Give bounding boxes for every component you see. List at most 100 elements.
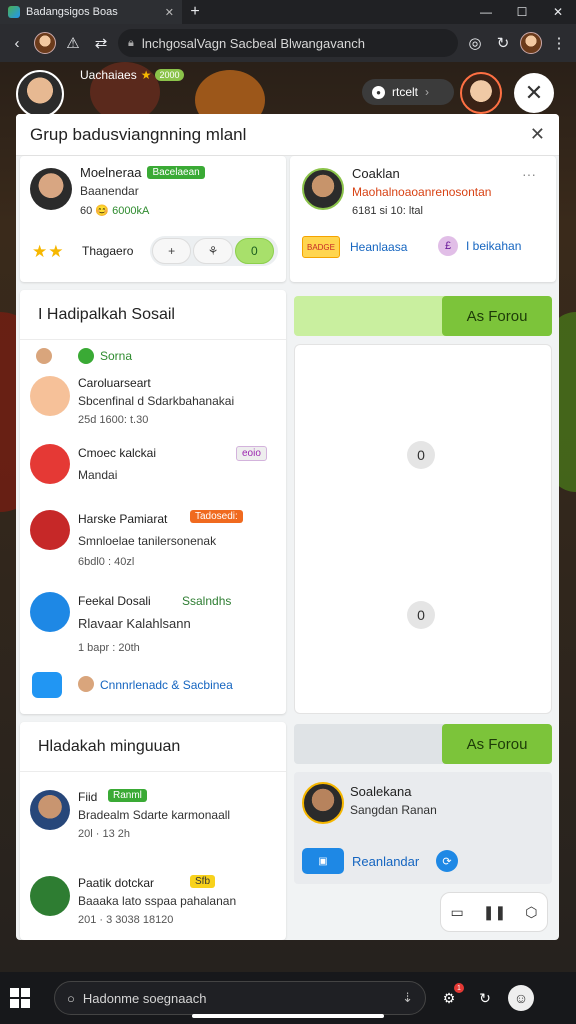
modal-header: Grup badusviangnning mlanl ✕ <box>16 114 559 156</box>
menu-icon[interactable]: ⋮ <box>548 34 570 52</box>
translate-icon[interactable]: ⇄ <box>90 34 112 52</box>
item-subtitle: Bradealm Sdarte karmonaall <box>78 808 231 822</box>
item-title: Paatik dotckar <box>78 876 155 890</box>
list-item[interactable]: Cnnnrlenadc & Sacbinea <box>30 670 278 700</box>
link-b[interactable]: £ I beikahan <box>438 236 521 256</box>
host-badge: 2000 <box>155 69 184 81</box>
profile-meta: 60 😊 6000kA <box>80 204 149 217</box>
list-item[interactable]: Paatik dotckar Sfb Baaaka lato sspaa pah… <box>30 874 278 932</box>
home-indicator <box>192 1014 384 1018</box>
item-subtitle: Baaaka lato sspaa pahalanan <box>78 894 237 908</box>
address-text: lnchgosalVagn Sacbeal Blwangavanch <box>141 35 365 51</box>
shield-icon <box>30 510 70 550</box>
right-small-name: Soalekana <box>350 784 412 799</box>
taskbar-search[interactable]: ○ Hadonme soegnaach ⇣ <box>54 981 426 1015</box>
message-icon <box>32 672 62 698</box>
guest-avatar[interactable] <box>460 72 502 114</box>
seg-left-button[interactable]: + <box>152 238 192 264</box>
new-tab-button[interactable]: + <box>182 3 208 21</box>
item-title: Sorna <box>100 349 133 363</box>
follow-button-1[interactable]: As Forou <box>442 296 552 336</box>
pill-label: rtcelt <box>392 85 419 99</box>
right-profile-avatar[interactable] <box>302 168 344 210</box>
mic-icon[interactable]: ⇣ <box>402 990 413 1006</box>
close-icon[interactable]: ✕ <box>530 124 545 145</box>
profile-subtitle: Baanendar <box>80 184 139 198</box>
close-overlay-button[interactable]: ✕ <box>514 73 554 113</box>
tab-title: Badangsigos Boas <box>26 6 118 18</box>
item-meta: 201 · 3 3038 18120 <box>78 914 174 926</box>
item-badge: Tadosedi: <box>190 510 243 523</box>
viewer-pill[interactable]: ● rtcelt › <box>362 79 454 105</box>
extension-icon[interactable]: ◎ <box>464 34 486 52</box>
star-icon: ★ <box>140 68 152 82</box>
windows-start-icon[interactable] <box>10 988 30 1008</box>
item-title: Cnnnrlenadc & Sacbinea <box>100 678 233 692</box>
close-window-icon[interactable]: ✕ <box>540 5 576 19</box>
host-avatar[interactable] <box>16 70 64 118</box>
chat-icon <box>78 348 94 364</box>
settings-icon[interactable]: ⚙ 1 <box>436 983 464 1011</box>
seg-right-button[interactable]: 0 <box>234 238 274 264</box>
list-item[interactable]: Harske Pamiarat Tadosedi: Smnloelae tani… <box>30 508 278 574</box>
badge-icon: BADGE <box>302 236 340 258</box>
right-small-card: Soalekana Sangdan Ranan ▣ Reanlandar ⟳ <box>294 772 552 884</box>
item-subtitle: Mandai <box>78 468 118 482</box>
refresh-icon[interactable]: ⟳ <box>436 850 458 872</box>
address-bar[interactable]: 🔒︎ lnchgosalVagn Sacbeal Blwangavanch <box>118 29 458 57</box>
counter-a[interactable]: 0 <box>407 441 435 469</box>
emoji-icon[interactable]: ☺ <box>508 985 534 1011</box>
item-subtitle: Smnloelae tanilersonenak <box>78 534 217 548</box>
bell-icon[interactable]: ⚠ <box>62 34 84 52</box>
social-card: I Hadipalkah Sosail Sorna Caroluarseart … <box>20 290 286 714</box>
profile-avatar[interactable] <box>34 32 56 54</box>
minimize-icon[interactable]: — <box>468 5 504 19</box>
item-title: Cmoec kalckai <box>78 446 157 460</box>
more-icon[interactable]: ··· <box>522 166 536 182</box>
item-badge: Ranml <box>108 789 147 802</box>
reload-icon[interactable]: ↻ <box>492 34 514 52</box>
currency-icon: £ <box>438 236 458 256</box>
back-icon[interactable]: ‹ <box>6 35 28 52</box>
item-title: Fiid <box>78 790 98 804</box>
avatar <box>78 676 94 692</box>
account-avatar[interactable] <box>520 32 542 54</box>
favicon-icon <box>8 6 20 18</box>
profile-card: Moelneraa Bacelaean Baanendar 60 😊 6000k… <box>20 156 286 282</box>
media-controls: ▭ ❚❚ ⬡ <box>440 892 548 932</box>
profile-avatar[interactable] <box>30 168 72 210</box>
seg-mid-button[interactable]: ⚘ <box>193 238 233 264</box>
right-profile-card: Coaklan Maohalnoaoanrenosontan 6181 si 1… <box>290 156 556 282</box>
pause-icon[interactable]: ❚❚ <box>483 904 506 921</box>
close-tab-icon[interactable]: ✕ <box>165 6 174 19</box>
address-toolbar: ‹ ⚠ ⇄ 🔒︎ lnchgosalVagn Sacbeal Blwangava… <box>0 24 576 62</box>
item-meta: 25d 1600: t.30 <box>78 414 149 426</box>
screen-icon[interactable]: ▭ <box>451 904 464 921</box>
minimum-card: Hladakah minguuan Fiid Ranml Bradealm Sd… <box>20 722 286 940</box>
pencil-icon <box>30 592 70 632</box>
browser-tab[interactable]: Badangsigos Boas ✕ <box>0 0 182 24</box>
list-item[interactable]: Sorna <box>30 346 278 368</box>
right-small-link[interactable]: ▣ Reanlandar <box>302 848 419 874</box>
right-small-avatar[interactable] <box>302 782 344 824</box>
emoji-icon: 😊 <box>95 205 110 217</box>
item-meta: 20l · 13 2h <box>78 828 130 840</box>
follow-button-2[interactable]: As Forou <box>442 724 552 764</box>
item-badge: Sfb <box>190 875 216 888</box>
maximize-icon[interactable]: ☐ <box>504 5 540 19</box>
list-item[interactable]: Fiid Ranml Bradealm Sdarte karmonaall 20… <box>30 788 278 846</box>
right-small-link-label: Reanlandar <box>352 853 420 869</box>
list-item[interactable]: Feekal Dosali Ssalndhs Rlavaar Kalahlsan… <box>30 590 278 660</box>
item-meta: 6bdl0 : 40zl <box>78 556 135 568</box>
list-item[interactable]: Caroluarseart Sbcenfinal d Sdarkbahanaka… <box>30 374 278 430</box>
avatar <box>30 790 70 830</box>
refresh-icon[interactable]: ↻ <box>472 985 498 1011</box>
link-a[interactable]: BADGE Heanlaasa <box>302 236 407 258</box>
browser-tabbar: Badangsigos Boas ✕ + — ☐ ✕ <box>0 0 576 24</box>
profile-label: Thagaero <box>82 244 134 258</box>
chevron-right-icon: › <box>425 85 430 99</box>
item-subtitle: Sbcenfinal d Sdarkbahanakai <box>78 394 235 408</box>
shield-icon[interactable]: ⬡ <box>525 904 537 921</box>
list-item[interactable]: Cmoec kalckai eoio Mandai <box>30 442 278 494</box>
counter-b[interactable]: 0 <box>407 601 435 629</box>
